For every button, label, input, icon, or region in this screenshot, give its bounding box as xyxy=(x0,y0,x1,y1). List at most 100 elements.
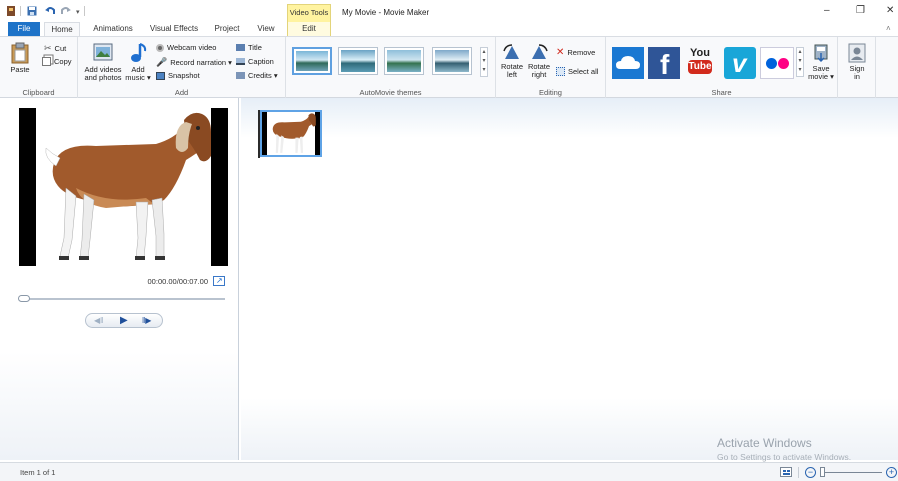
expand-icon: ↗ xyxy=(216,276,223,285)
zoom-in-button[interactable]: + xyxy=(886,467,897,478)
theme-3[interactable] xyxy=(384,47,424,75)
tab-visual-effects[interactable]: Visual Effects xyxy=(146,22,202,36)
add-group: Add videos and photos Add music ▾ Webcam… xyxy=(78,37,286,98)
add-music-button[interactable]: Add music ▾ xyxy=(124,42,152,82)
preview-time: 00:00.00/00:07.00 xyxy=(147,277,208,286)
cloud-icon xyxy=(616,56,640,69)
facebook-icon: f xyxy=(660,49,670,80)
fullscreen-preview-button[interactable]: ↗ xyxy=(213,276,225,286)
caption-button[interactable]: Caption xyxy=(236,57,274,66)
youtube-tube-badge: Tube xyxy=(688,60,712,74)
context-tab-header: Video Tools xyxy=(287,4,331,22)
status-separator xyxy=(798,467,799,478)
flickr-blue-dot-icon xyxy=(766,58,777,69)
collapse-ribbon-icon[interactable]: ˄ xyxy=(886,24,891,33)
zoom-out-button[interactable]: − xyxy=(805,467,816,478)
preview-pane: 00:00.00/00:07.00 ↗ ◀‖ ▶ ‖▶ xyxy=(0,98,239,460)
next-frame-button[interactable]: ‖▶ xyxy=(142,316,151,325)
clipboard-group: Paste ✂ Cut Copy Clipboard xyxy=(0,37,78,98)
close-button[interactable]: ✕ xyxy=(886,5,894,16)
cut-button[interactable]: ✂ Cut xyxy=(44,43,66,54)
storyboard-view-icon[interactable] xyxy=(780,467,792,477)
tab-view[interactable]: View xyxy=(252,22,280,36)
clipboard-group-label: Clipboard xyxy=(22,88,55,97)
tab-animations[interactable]: Animations xyxy=(88,22,138,36)
timeline-clip[interactable] xyxy=(260,110,322,157)
vimeo-button[interactable]: v xyxy=(724,47,756,79)
undo-icon[interactable] xyxy=(44,5,56,17)
ribbon: Paste ✂ Cut Copy Clipboard Add videos an… xyxy=(0,36,898,98)
paste-button[interactable]: Paste xyxy=(8,42,32,74)
share-group: f You Tube v ▴ ▾ ▾ Save movie ▾ Share xyxy=(606,37,838,98)
snapshot-icon xyxy=(156,71,165,80)
user-icon xyxy=(848,43,866,63)
add-videos-photos-button[interactable]: Add videos and photos xyxy=(82,42,124,82)
share-group-label: Share xyxy=(711,88,732,97)
preview-letterbox-right xyxy=(211,108,228,266)
tab-edit[interactable]: Edit xyxy=(287,22,331,36)
tab-file[interactable]: File xyxy=(8,22,40,36)
seek-bar[interactable] xyxy=(19,298,225,300)
share-scroll-buttons[interactable]: ▴ ▾ ▾ xyxy=(796,47,804,77)
redo-icon[interactable] xyxy=(60,5,72,17)
select-all-button[interactable]: Select all xyxy=(556,67,598,76)
music-note-icon xyxy=(131,43,147,62)
app-icon xyxy=(6,6,16,16)
item-count: Item 1 of 1 xyxy=(20,468,56,477)
qat-separator xyxy=(84,6,85,16)
save-movie-icon xyxy=(814,44,828,63)
youtube-button[interactable]: You Tube xyxy=(686,47,714,79)
tab-home[interactable]: Home xyxy=(44,22,80,37)
scissors-icon: ✂ xyxy=(44,43,52,53)
microphone-icon: 🎤 xyxy=(156,57,168,67)
remove-button[interactable]: ✕ Remove xyxy=(556,47,595,58)
minimize-button[interactable]: – xyxy=(824,5,830,16)
zoom-slider-track[interactable] xyxy=(822,472,882,473)
themes-scroll-buttons[interactable]: ▴ ▾ ▾ xyxy=(480,47,488,77)
save-movie-button[interactable]: Save movie ▾ xyxy=(806,43,836,81)
add-group-label: Add xyxy=(174,88,189,97)
caption-icon xyxy=(236,58,245,65)
tab-project[interactable]: Project xyxy=(210,22,244,36)
webcam-video-button[interactable]: Webcam video xyxy=(156,43,216,52)
credits-button[interactable]: Credits ▾ xyxy=(236,71,278,80)
seek-handle[interactable] xyxy=(18,295,30,302)
flickr-button[interactable] xyxy=(760,47,794,79)
facebook-button[interactable]: f xyxy=(648,47,680,80)
customize-qat-icon[interactable]: ▾ xyxy=(76,8,80,16)
status-bar: Item 1 of 1 − + xyxy=(0,462,898,481)
flickr-pink-dot-icon xyxy=(778,58,789,69)
title-bar: ▾ Video Tools My Movie - Movie Maker – ❐… xyxy=(0,0,898,22)
rotate-right-button[interactable]: Rotate right xyxy=(526,43,552,79)
select-all-icon xyxy=(556,67,565,76)
activation-watermark-subtitle: Go to Settings to activate Windows. xyxy=(717,452,852,462)
theme-4[interactable] xyxy=(432,47,472,75)
previous-frame-button[interactable]: ◀‖ xyxy=(94,316,103,325)
goat-image xyxy=(45,112,211,260)
record-narration-button[interactable]: 🎤 Record narration ▾ xyxy=(156,57,232,68)
zoom-slider-handle[interactable] xyxy=(820,467,825,477)
sign-in-button[interactable]: Sign in xyxy=(844,43,870,81)
theme-2[interactable] xyxy=(338,47,378,75)
credits-icon xyxy=(236,72,245,79)
preview-letterbox-left xyxy=(19,108,36,266)
snapshot-button[interactable]: Snapshot xyxy=(156,71,200,80)
automovie-themes-group: ▴ ▾ ▾ AutoMovie themes xyxy=(286,37,496,98)
preview-monitor xyxy=(19,108,228,266)
save-icon[interactable] xyxy=(27,6,37,16)
copy-button[interactable]: Copy xyxy=(42,57,72,66)
maximize-button[interactable]: ❐ xyxy=(856,5,865,16)
theme-default[interactable] xyxy=(292,47,332,75)
rotate-left-button[interactable]: Rotate left xyxy=(500,43,524,79)
vimeo-icon: v xyxy=(732,48,747,78)
sign-in-group: Sign in xyxy=(838,37,876,98)
remove-x-icon: ✕ xyxy=(556,47,565,58)
onedrive-button[interactable] xyxy=(612,47,644,79)
rotate-left-icon xyxy=(503,44,519,59)
qat-separator xyxy=(20,6,21,16)
title-button[interactable]: Title xyxy=(236,43,262,52)
play-button[interactable]: ▶ xyxy=(120,315,128,326)
webcam-icon xyxy=(156,43,164,52)
youtube-icon: You xyxy=(690,47,710,59)
film-photo-icon xyxy=(93,43,113,61)
